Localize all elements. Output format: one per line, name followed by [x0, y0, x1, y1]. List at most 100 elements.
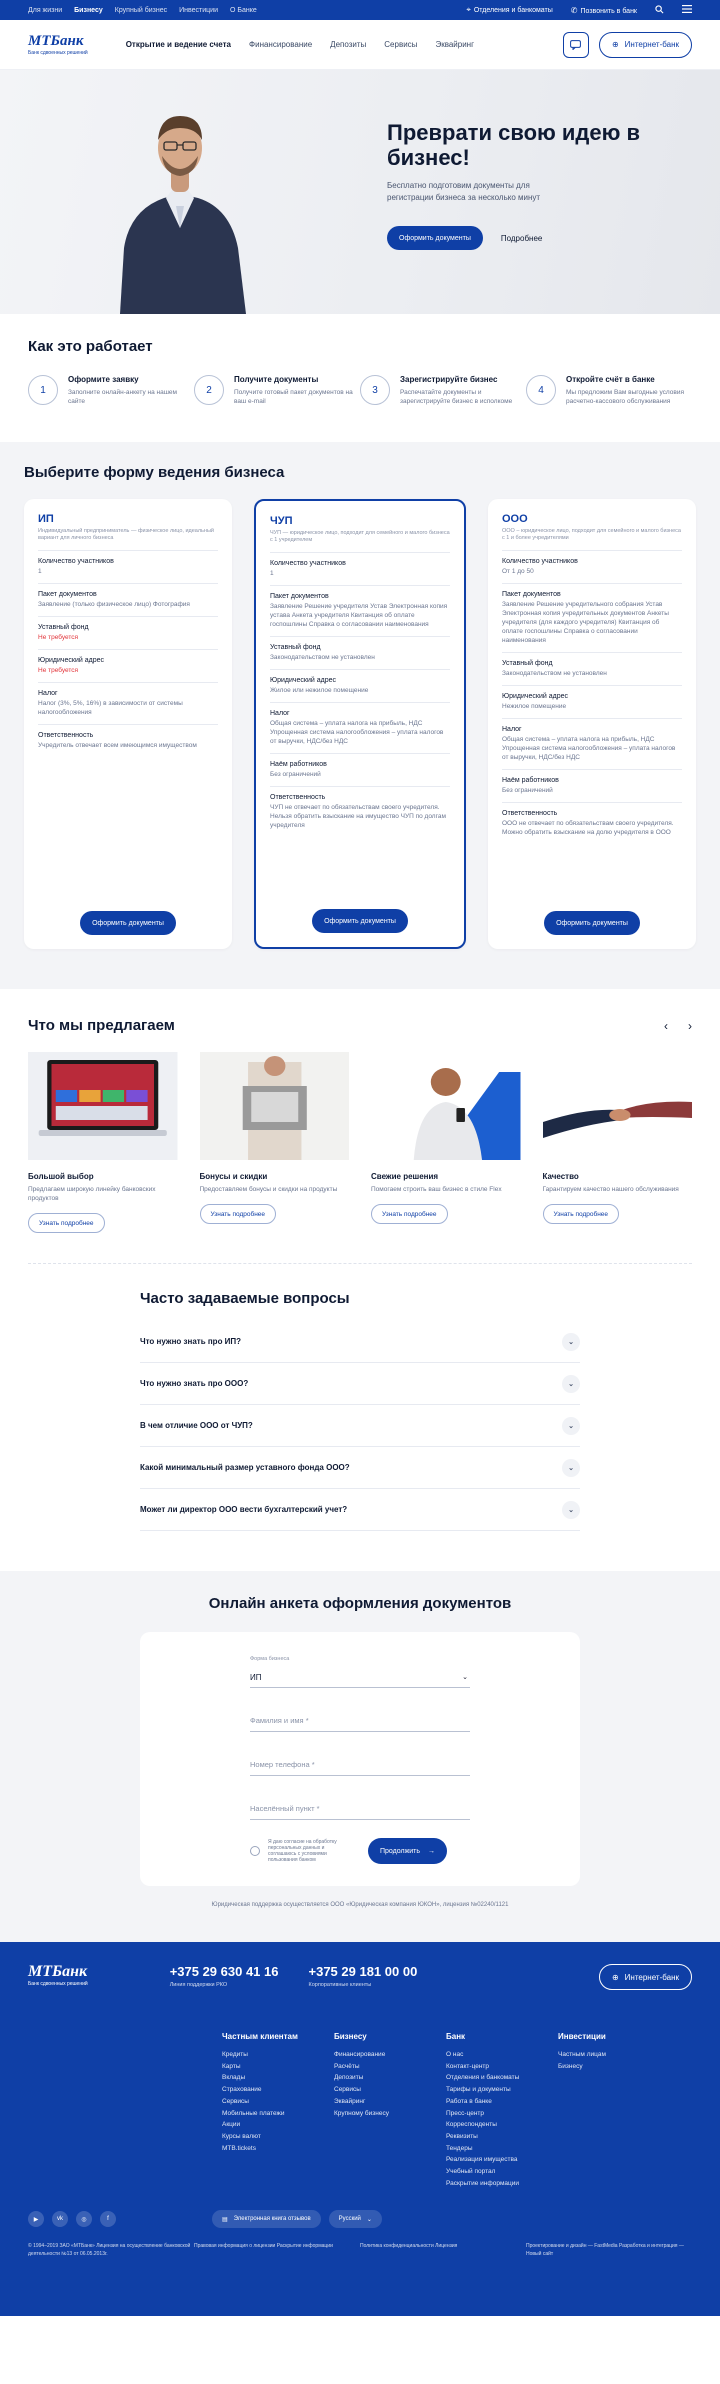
- business-form-card[interactable]: ЧУП ЧУП — юридическое лицо, подходит для …: [254, 499, 466, 949]
- topbar: Для жизни Бизнесу Крупный бизнес Инвестиции…: [0, 0, 720, 20]
- nav-item[interactable]: Открытие и ведение счета: [126, 40, 231, 49]
- youtube-icon[interactable]: ▶: [28, 2211, 44, 2227]
- language-select[interactable]: Русский ⌄: [328, 2210, 382, 2228]
- topbar-tab[interactable]: Инвестиции: [179, 7, 218, 14]
- footer-link[interactable]: Тендеры: [446, 2143, 558, 2155]
- business-form-card[interactable]: ООО ООО – юридическое лицо, подходит для …: [488, 499, 696, 949]
- footer-link[interactable]: Реализация имущества: [446, 2154, 558, 2166]
- phone-corporate[interactable]: +375 29 181 00 00 Корпоративные клиенты: [309, 1964, 418, 1988]
- faq-item[interactable]: Что нужно знать про ИП? ⌄: [140, 1321, 580, 1363]
- faq-item[interactable]: Что нужно знать про ООО? ⌄: [140, 1363, 580, 1405]
- chevron-down-icon: ⌄: [562, 1332, 580, 1351]
- footer-link[interactable]: Контакт-центр: [446, 2061, 558, 2073]
- footer-link[interactable]: Корреспонденты: [446, 2119, 558, 2131]
- learn-more-button[interactable]: Узнать подробнее: [199, 1204, 277, 1224]
- card-row-label: Пакет документов: [502, 591, 561, 598]
- nav-item[interactable]: Депозиты: [330, 40, 366, 49]
- continue-button[interactable]: Продолжить →: [368, 1838, 448, 1864]
- card-row-label: Наём работников: [502, 777, 559, 784]
- topbar-tab[interactable]: Крупный бизнес: [115, 7, 167, 14]
- internet-bank-button[interactable]: ⊕ Интернет-банк: [598, 31, 692, 58]
- agree-checkbox[interactable]: [250, 1846, 260, 1856]
- footer-link[interactable]: Учебный портал: [446, 2166, 558, 2178]
- prev-arrow-icon[interactable]: ‹: [664, 1019, 668, 1033]
- footer-link[interactable]: Расчёты: [334, 2061, 446, 2073]
- footer-column-title: Частным клиентам: [222, 2032, 298, 2041]
- order-documents-button[interactable]: Оформить документы: [544, 911, 640, 935]
- footer-link[interactable]: Сервисы: [334, 2084, 446, 2096]
- footer-link[interactable]: Финансирование: [334, 2049, 446, 2061]
- menu-icon[interactable]: [682, 5, 692, 15]
- footer-link[interactable]: Пресс-центр: [446, 2108, 558, 2120]
- card-row-label: Ответственность: [270, 794, 326, 801]
- how-title: Как это работает: [28, 338, 153, 355]
- facebook-icon[interactable]: f: [100, 2211, 116, 2227]
- footer-link[interactable]: Тарифы и документы: [446, 2084, 558, 2096]
- chevron-down-icon: ⌄: [366, 2216, 372, 2223]
- footer-link[interactable]: Сервисы: [222, 2096, 334, 2108]
- logo[interactable]: МТБанк Банк сдвоенных решений: [28, 33, 88, 56]
- chat-button[interactable]: [562, 31, 589, 58]
- faq-item[interactable]: Может ли директор ООО вести бухгалтерски…: [140, 1489, 580, 1531]
- forms-title: Выберите форму ведения бизнеса: [24, 464, 285, 481]
- hero-more-link[interactable]: Подробнее: [501, 234, 543, 243]
- card-row: Пакет документов Заявление (только физиче…: [38, 583, 218, 616]
- footer-link[interactable]: Крупному бизнесу: [334, 2108, 446, 2120]
- offer-desc: Гарантируем качество нашего обслуживания: [542, 1186, 679, 1193]
- learn-more-button[interactable]: Узнать подробнее: [371, 1204, 448, 1224]
- learn-more-button[interactable]: Узнать подробнее: [28, 1213, 105, 1233]
- faq-question: В чем отличие ООО от ЧУП?: [140, 1421, 253, 1430]
- footer-legal-text: Проектирование и дизайн — FastMedia Разр…: [526, 2243, 684, 2257]
- footer-link[interactable]: Отделения и банкоматы: [446, 2072, 558, 2084]
- footer-link[interactable]: Курсы валют: [222, 2131, 334, 2143]
- footer-link[interactable]: Бизнесу: [558, 2061, 670, 2073]
- business-type-select[interactable]: Форма бизнеса ИП ⌄: [250, 1654, 470, 1688]
- footer-link[interactable]: Карты: [222, 2061, 334, 2073]
- footer-link[interactable]: Эквайринг: [334, 2096, 446, 2108]
- phone-support[interactable]: +375 29 630 41 16 Линия поддержки РКО: [170, 1964, 279, 1988]
- order-documents-button[interactable]: Оформить документы: [312, 909, 408, 933]
- footer-link[interactable]: О нас: [446, 2049, 558, 2061]
- topbar-tab[interactable]: Для жизни: [28, 7, 62, 14]
- topbar-tab[interactable]: Бизнесу: [74, 7, 103, 14]
- step-number: 1: [28, 375, 58, 405]
- footer-link[interactable]: Вклады: [222, 2072, 334, 2084]
- nav-item[interactable]: Сервисы: [384, 40, 417, 49]
- footer-link[interactable]: Кредиты: [222, 2049, 334, 2061]
- call-link[interactable]: ✆ Позвонить в банк: [571, 6, 637, 15]
- footer-link[interactable]: Мобильные платежи: [222, 2108, 334, 2120]
- name-field[interactable]: Фамилия и имя *: [250, 1698, 470, 1732]
- footer-link[interactable]: Раскрытие информации: [446, 2178, 558, 2190]
- branches-link[interactable]: ⌖ Отделения и банкоматы: [466, 5, 552, 15]
- topbar-tab[interactable]: О Банке: [230, 7, 257, 14]
- search-icon[interactable]: [655, 4, 664, 16]
- step-item: 1 Оформите заявку Заполните онлайн-анкету …: [28, 375, 194, 406]
- footer-link[interactable]: Акции: [222, 2119, 334, 2131]
- footer-link[interactable]: Страхование: [222, 2084, 334, 2096]
- footer-logo[interactable]: МТБанк Банк сдвоенных решений: [28, 1964, 88, 1987]
- nav-item[interactable]: Эквайринг: [435, 40, 474, 49]
- hero-order-button[interactable]: Оформить документы: [387, 226, 483, 250]
- learn-more-button[interactable]: Узнать подробнее: [542, 1204, 620, 1224]
- card-row: Уставный фонд Не требуется: [38, 616, 218, 649]
- reviews-book-button[interactable]: ▤ Электронная книга отзывов: [212, 2210, 321, 2228]
- card-row-value: ООО не отвечает по обязательствам своего…: [502, 820, 674, 836]
- chevron-down-icon: ⌄: [562, 1458, 580, 1477]
- phone-field[interactable]: Номер телефона *: [250, 1742, 470, 1776]
- footer-column-title: Инвестиции: [558, 2032, 606, 2041]
- instagram-icon[interactable]: ◎: [76, 2211, 92, 2227]
- footer-link[interactable]: Депозиты: [334, 2072, 446, 2084]
- vk-icon[interactable]: vk: [52, 2211, 68, 2227]
- next-arrow-icon[interactable]: ›: [688, 1019, 692, 1033]
- nav-item[interactable]: Финансирование: [249, 40, 312, 49]
- business-form-card[interactable]: ИП Индивидуальный предприниматель — физич…: [24, 499, 232, 949]
- footer-link[interactable]: Частным лицам: [558, 2049, 670, 2061]
- footer-link[interactable]: MTB.tickets: [222, 2143, 334, 2155]
- footer-internet-bank-button[interactable]: ⊕ Интернет-банк: [598, 1964, 692, 1990]
- footer-link[interactable]: Реквизиты: [446, 2131, 558, 2143]
- city-field[interactable]: Населённый пункт *: [250, 1786, 470, 1820]
- footer-link[interactable]: Работа в банке: [446, 2096, 558, 2108]
- faq-item[interactable]: В чем отличие ООО от ЧУП? ⌄: [140, 1405, 580, 1447]
- faq-item[interactable]: Какой минимальный размер уставного фонда…: [140, 1447, 580, 1489]
- order-documents-button[interactable]: Оформить документы: [80, 911, 176, 935]
